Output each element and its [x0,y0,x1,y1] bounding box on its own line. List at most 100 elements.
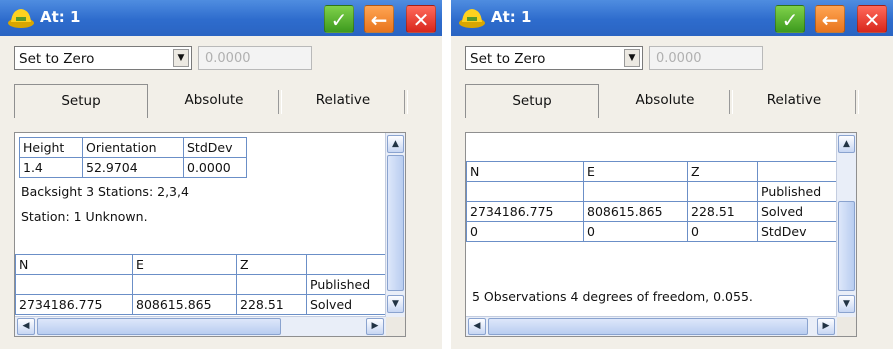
cell-status: Solved [306,294,394,315]
cell-z: 228.51 [687,200,758,222]
cell-status: Published [757,180,845,202]
cell-n [466,180,584,202]
close-icon: ✕ [412,8,430,32]
header-status [757,160,845,182]
window-title: At: 1 [491,8,532,26]
header-status [306,254,394,275]
cell-orientation: 52.9704 [82,157,184,178]
chevron-right-icon[interactable]: ▶ [366,318,384,335]
cell-e [132,274,237,295]
cell-z: 228.51 [236,294,307,315]
window-title: At: 1 [40,8,81,26]
scroll-thumb[interactable] [488,318,808,335]
cell-n: 2734186.775 [15,294,133,315]
tab-absolute[interactable]: Absolute [601,84,729,118]
table-header-row: N E Z [466,160,845,182]
horizontal-scrollbar[interactable]: ◀ ▶ [466,316,837,336]
close-icon: ✕ [863,8,881,32]
mode-select-value: Set to Zero [19,51,95,67]
table-header-row: Height Orientation StdDev [19,137,247,158]
vertical-scrollbar[interactable]: ▲ ▼ [385,133,405,317]
arrow-left-icon: ← [370,8,388,32]
chevron-down-icon[interactable]: ▼ [387,295,404,313]
coordinate-table: N E Z Published 2734186.775 808615.865 2… [466,139,845,242]
chevron-right-icon[interactable]: ▶ [817,318,835,335]
chevron-up-icon[interactable]: ▲ [838,135,855,153]
tab-setup[interactable]: Setup [465,84,599,118]
header-orientation: Orientation [82,137,184,158]
coordinate-table: N E Z Published 2734186.775 808615.865 2… [15,254,394,315]
table-spacer-row [466,139,845,162]
table-row: Published [15,274,394,295]
tab-divider [404,90,408,114]
backsight-text: Backsight 3 Stations: 2,3,4 [21,184,189,199]
header-z: Z [236,254,307,275]
mode-select-value: Set to Zero [470,51,546,67]
back-button[interactable]: ← [815,5,845,33]
cell-e: 808615.865 [583,200,688,222]
tab-relative[interactable]: Relative [733,84,855,118]
tab-absolute[interactable]: Absolute [150,84,278,118]
cell-stddev: 0.0000 [183,157,247,178]
ok-button[interactable]: ✓ [775,5,805,33]
scroll-thumb[interactable] [838,201,855,291]
chevron-down-icon[interactable]: ▼ [624,49,640,67]
back-button[interactable]: ← [364,5,394,33]
cell-height: 1.4 [19,157,83,178]
header-n: N [466,160,584,182]
arrow-left-icon: ← [821,8,839,32]
setup-table: Height Orientation StdDev 1.4 52.9704 0.… [19,137,247,178]
chevron-left-icon[interactable]: ◀ [468,318,486,335]
header-e: E [583,160,688,182]
table-header-row: N E Z [15,254,394,275]
left-window: At: 1 ✓ ← ✕ Set to Zero ▼ 0.0000 Setup A… [0,0,442,349]
cell-n: 2734186.775 [466,200,584,222]
header-e: E [132,254,237,275]
right-window: At: 1 ✓ ← ✕ Set to Zero ▼ 0.0000 Setup A… [451,0,893,349]
close-button[interactable]: ✕ [406,5,436,33]
check-icon: ✓ [330,8,348,32]
cell-status: Solved [757,200,845,222]
value-field[interactable]: 0.0000 [198,46,312,70]
chevron-left-icon[interactable]: ◀ [17,318,35,335]
chevron-down-icon[interactable]: ▼ [838,295,855,313]
chevron-down-icon[interactable]: ▼ [173,49,189,67]
scroll-corner [386,317,405,336]
header-n: N [15,254,133,275]
value-field[interactable]: 0.0000 [649,46,763,70]
scroll-corner [837,317,856,336]
cell-z [236,274,307,295]
tab-setup[interactable]: Setup [14,84,148,118]
results-pane: Height Orientation StdDev 1.4 52.9704 0.… [14,132,406,337]
tab-relative[interactable]: Relative [282,84,404,118]
header-height: Height [19,137,83,158]
tab-divider [855,90,859,114]
cell-z [687,180,758,202]
tab-bar: Setup Absolute Relative [14,84,408,120]
cell-n: 0 [466,220,584,242]
header-stddev: StdDev [183,137,247,158]
cell-status: Published [306,274,394,295]
cell-status: StdDev [757,220,845,242]
table-row: 1.4 52.9704 0.0000 [19,157,247,178]
title-bar: At: 1 ✓ ← ✕ [0,0,442,36]
header-z: Z [687,160,758,182]
scroll-thumb[interactable] [387,155,404,291]
cell-n [15,274,133,295]
results-pane: N E Z Published 2734186.775 808615.865 2… [465,132,857,337]
scroll-thumb[interactable] [37,318,281,335]
station-text: Station: 1 Unknown. [21,209,148,224]
title-bar: At: 1 ✓ ← ✕ [451,0,893,36]
table-row: 2734186.775 808615.865 228.51 Solved [466,200,845,222]
mode-select[interactable]: Set to Zero ▼ [14,46,192,70]
horizontal-scrollbar[interactable]: ◀ ▶ [15,316,386,336]
mode-select[interactable]: Set to Zero ▼ [465,46,643,70]
chevron-up-icon[interactable]: ▲ [387,135,404,153]
surveyor-hat-icon [459,9,485,28]
vertical-scrollbar[interactable]: ▲ ▼ [836,133,856,317]
table-row: Published [466,180,845,202]
ok-button[interactable]: ✓ [324,5,354,33]
close-button[interactable]: ✕ [857,5,887,33]
summary-text: 5 Observations 4 degrees of freedom, 0.0… [472,289,753,304]
cell-e [583,180,688,202]
